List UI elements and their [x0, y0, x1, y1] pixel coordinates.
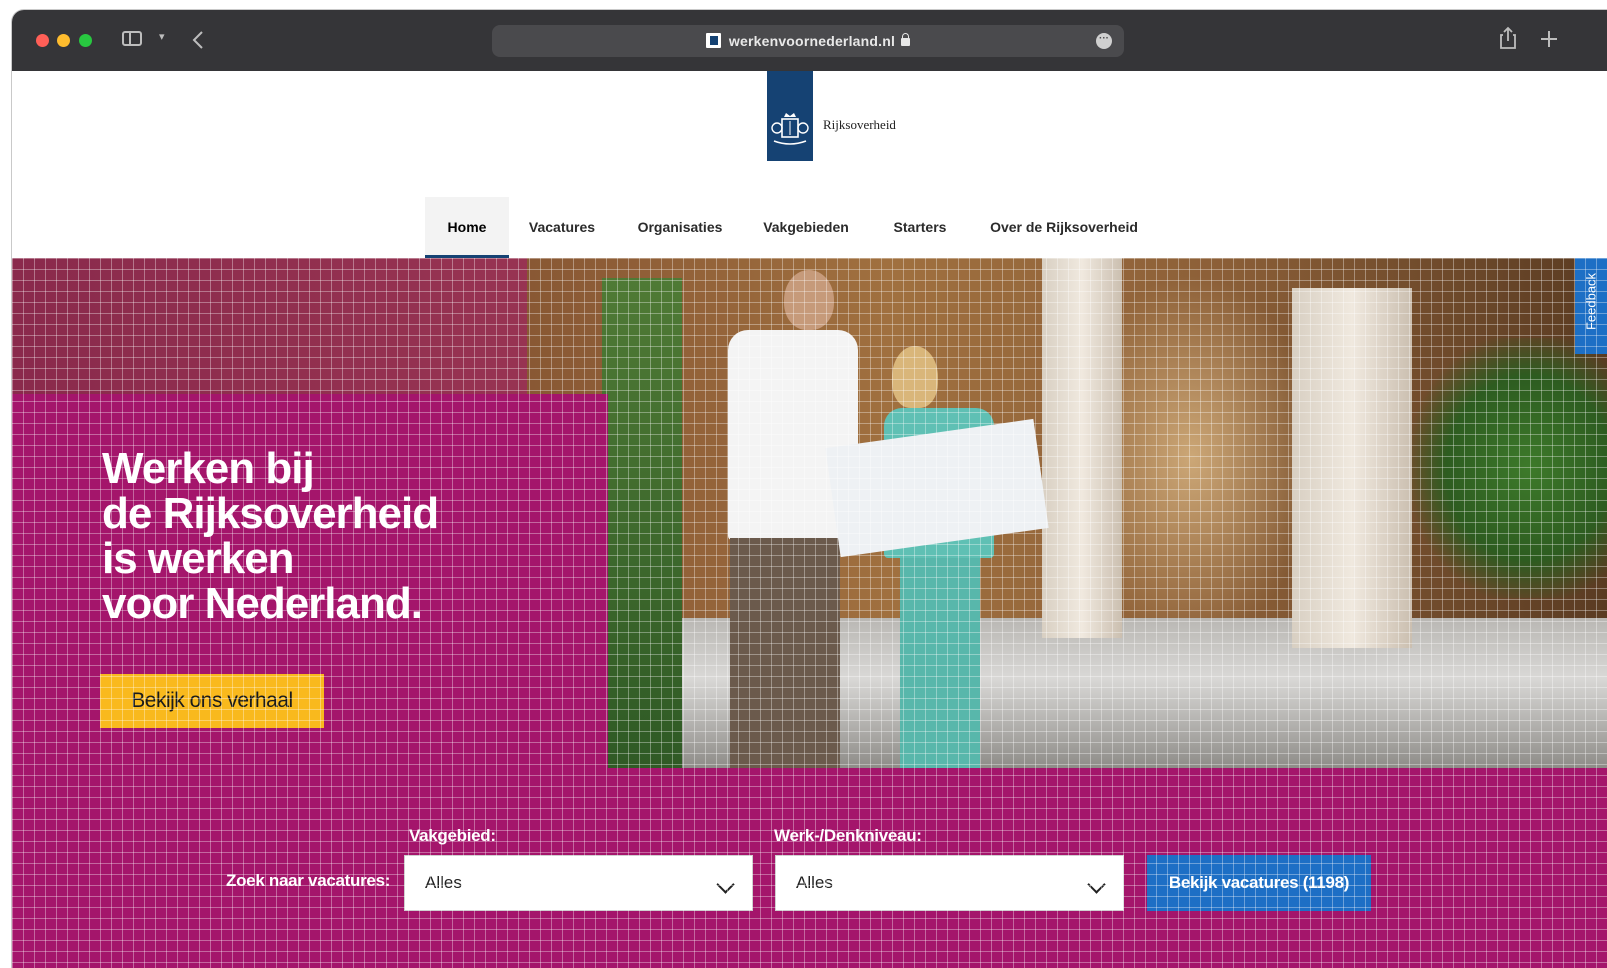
bekijk-vacatures-button[interactable]: Bekijk vacatures (1198) — [1147, 855, 1371, 911]
nav-item-organisaties[interactable]: Organisaties — [632, 197, 728, 258]
chevron-down-icon — [716, 875, 735, 894]
nav-item-vakgebieden[interactable]: Vakgebieden — [756, 197, 856, 258]
new-tab-icon[interactable] — [1540, 30, 1558, 48]
hero-section: Werken bij de Rijksoverheid is werken vo… — [12, 258, 1607, 968]
sidebar-icon[interactable] — [122, 31, 142, 46]
bekijk-verhaal-button[interactable]: Bekijk ons verhaal — [100, 674, 324, 728]
decor-block — [12, 258, 527, 394]
close-window-button[interactable] — [36, 34, 49, 47]
niveau-label: Werk-/Denkniveau: — [774, 826, 922, 845]
rijksoverheid-logo[interactable] — [767, 71, 813, 161]
zoom-window-button[interactable] — [79, 34, 92, 47]
feedback-label: Feedback — [1583, 272, 1599, 331]
vakgebied-label: Vakgebied: — [409, 826, 496, 845]
nav-item-vacatures[interactable]: Vacatures — [519, 197, 605, 258]
chevron-down-icon — [1087, 875, 1106, 894]
vakgebied-value: Alles — [425, 873, 462, 892]
search-band: Zoek naar vacatures: Vakgebied: Alles We… — [12, 768, 1607, 968]
feedback-tab[interactable]: Feedback — [1575, 258, 1607, 354]
browser-toolbar: ▾ werkenvoornederland.nl ··· — [12, 10, 1607, 71]
vakgebied-select[interactable]: Alles — [404, 855, 753, 911]
niveau-value: Alles — [796, 873, 833, 892]
hero-title: Werken bij de Rijksoverheid is werken vo… — [102, 444, 439, 628]
share-icon[interactable] — [1499, 26, 1517, 50]
url-text: werkenvoornederland.nl — [728, 33, 896, 49]
site-header: Rijksoverheid — [12, 71, 1607, 207]
nav-item-over-de-rijksoverheid[interactable]: Over de Rijksoverheid — [984, 197, 1144, 258]
nav-item-home[interactable]: Home — [425, 197, 509, 258]
lock-icon — [901, 33, 911, 46]
browser-window: ▾ werkenvoornederland.nl ··· Rijksoverhe… — [12, 10, 1607, 968]
niveau-select[interactable]: Alles — [775, 855, 1124, 911]
minimize-window-button[interactable] — [57, 34, 70, 47]
chevron-down-icon[interactable]: ▾ — [159, 30, 165, 43]
crest-icon — [771, 113, 809, 145]
more-icon[interactable]: ··· — [1096, 33, 1112, 49]
nav-item-starters[interactable]: Starters — [884, 197, 956, 258]
main-nav: Home Vacatures Organisaties Vakgebieden … — [12, 197, 1607, 259]
logo-text: Rijksoverheid — [823, 117, 896, 132]
search-label: Zoek naar vacatures: — [226, 871, 391, 890]
address-bar[interactable]: werkenvoornederland.nl ··· — [492, 25, 1124, 57]
back-icon[interactable] — [192, 30, 204, 50]
favicon-icon — [705, 33, 721, 48]
